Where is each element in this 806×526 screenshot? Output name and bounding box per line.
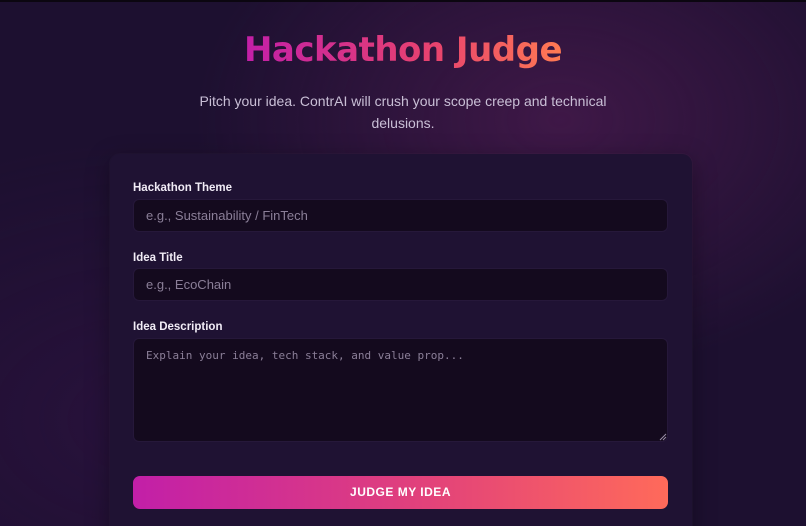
idea-description-label: Idea Description — [133, 321, 223, 333]
textarea-resize-icon[interactable] — [659, 433, 667, 441]
theme-input[interactable] — [133, 199, 668, 232]
judge-idea-button[interactable]: JUDGE MY IDEA — [133, 476, 668, 509]
theme-label: Hackathon Theme — [133, 182, 233, 194]
page-title-text: Hackathon Judge — [243, 30, 563, 70]
idea-description-input[interactable] — [133, 338, 668, 442]
idea-form-card: Hackathon Theme Idea Title Idea Descript… — [110, 154, 692, 526]
idea-title-label: Idea Title — [133, 252, 183, 264]
page-title: Hackathon Judge — [0, 28, 806, 72]
idea-title-input[interactable] — [133, 268, 668, 301]
page-subtitle: Pitch your idea. ContrAI will crush your… — [199, 93, 607, 131]
